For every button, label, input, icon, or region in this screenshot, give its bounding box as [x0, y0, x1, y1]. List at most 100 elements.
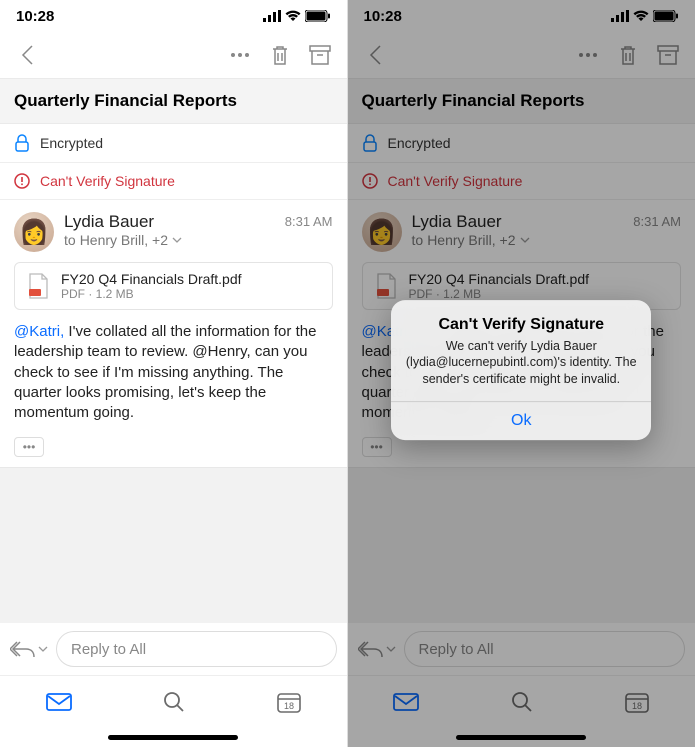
reply-all-button[interactable] [358, 640, 396, 658]
to-line[interactable]: to Henry Brill, +2 [64, 232, 275, 248]
tab-calendar[interactable]: 18 [277, 691, 301, 713]
reply-bar: Reply to All [0, 623, 347, 675]
wifi-icon [633, 10, 649, 22]
alert-title: Can't Verify Signature [405, 316, 637, 334]
clock: 10:28 [16, 8, 54, 25]
reply-all-icon [358, 640, 384, 658]
cellular-icon [611, 10, 629, 22]
trash-icon [270, 44, 290, 66]
alert-icon [362, 173, 378, 189]
back-button[interactable] [10, 38, 44, 72]
home-indicator[interactable] [0, 727, 347, 747]
archive-button[interactable] [303, 38, 337, 72]
signature-banner[interactable]: Can't Verify Signature [348, 163, 695, 200]
message-header: 👩 Lydia Bauer to Henry Brill, +2 8:31 AM [348, 200, 695, 262]
more-icon [578, 52, 598, 58]
tab-mail[interactable] [393, 693, 419, 711]
encrypted-banner[interactable]: Encrypted [0, 124, 347, 163]
avatar[interactable]: 👩 [362, 212, 402, 252]
subject: Quarterly Financial Reports [0, 78, 347, 124]
battery-icon [305, 10, 331, 22]
attachment-meta: PDF · 1.2 MB [61, 287, 242, 301]
to-recipients: Henry Brill, +2 [427, 232, 515, 248]
chevron-down-icon [520, 237, 530, 243]
tab-calendar[interactable]: 18 [625, 691, 649, 713]
nav-bar [348, 32, 695, 78]
status-bar: 10:28 [348, 0, 695, 32]
delete-button[interactable] [263, 38, 297, 72]
signature-label: Can't Verify Signature [40, 173, 175, 189]
battery-icon [653, 10, 679, 22]
encrypted-banner[interactable]: Encrypted [348, 124, 695, 163]
chevron-down-icon [38, 646, 48, 652]
lock-icon [362, 134, 378, 152]
reply-input[interactable]: Reply to All [404, 631, 686, 667]
home-indicator[interactable] [348, 727, 695, 747]
reply-all-icon [10, 640, 36, 658]
archive-icon [309, 45, 331, 65]
attachment[interactable]: FY20 Q4 Financials Draft.pdf PDF · 1.2 M… [14, 262, 333, 310]
to-line[interactable]: to Henry Brill, +2 [412, 232, 624, 248]
tab-mail[interactable] [46, 693, 72, 711]
encrypted-label: Encrypted [40, 135, 103, 151]
status-icons [611, 10, 679, 22]
tab-search[interactable] [511, 691, 533, 713]
trash-icon [618, 44, 638, 66]
encrypted-label: Encrypted [388, 135, 451, 151]
message-time: 8:31 AM [285, 212, 333, 229]
svg-text:18: 18 [284, 701, 294, 711]
search-icon [163, 691, 185, 713]
avatar[interactable]: 👩 [14, 212, 54, 252]
attachment-name: FY20 Q4 Financials Draft.pdf [61, 271, 242, 287]
calendar-icon: 18 [277, 691, 301, 713]
chevron-left-icon [20, 44, 34, 66]
status-bar: 10:28 [0, 0, 347, 32]
lock-icon [14, 134, 30, 152]
to-recipients: Henry Brill, +2 [80, 232, 168, 248]
spacer [348, 467, 695, 623]
wifi-icon [285, 10, 301, 22]
chevron-down-icon [386, 646, 396, 652]
message-header: 👩 Lydia Bauer to Henry Brill, +2 8:31 AM [0, 200, 347, 262]
mail-icon [393, 693, 419, 711]
status-icons [263, 10, 331, 22]
more-button[interactable] [223, 38, 257, 72]
more-icon [230, 52, 250, 58]
search-icon [511, 691, 533, 713]
tab-bar: 18 [348, 675, 695, 727]
mention[interactable]: @Katri, [14, 323, 64, 340]
tab-search[interactable] [163, 691, 185, 713]
alert-ok-button[interactable]: Ok [391, 402, 651, 440]
reply-all-button[interactable] [10, 640, 48, 658]
expand-quoted[interactable]: ••• [362, 437, 392, 457]
expand-quoted[interactable]: ••• [14, 437, 44, 457]
message-body: @Katri, I've collated all the informatio… [0, 322, 347, 437]
back-button[interactable] [358, 38, 392, 72]
message-time: 8:31 AM [633, 212, 681, 229]
clock: 10:28 [364, 8, 402, 25]
reply-placeholder: Reply to All [71, 641, 146, 658]
alert-dialog: Can't Verify Signature We can't verify L… [391, 300, 651, 440]
reply-input[interactable]: Reply to All [56, 631, 337, 667]
nav-bar [0, 32, 347, 78]
phone-right: 10:28 Quarterly Financial Reports Encryp… [348, 0, 695, 747]
phone-left: 10:28 Quarterly Financial Reports E [0, 0, 348, 747]
subject: Quarterly Financial Reports [348, 78, 695, 124]
more-button[interactable] [571, 38, 605, 72]
signature-banner[interactable]: Can't Verify Signature [0, 163, 347, 200]
pdf-icon [373, 273, 399, 299]
alert-icon [14, 173, 30, 189]
from-name[interactable]: Lydia Bauer [64, 212, 275, 232]
from-name[interactable]: Lydia Bauer [412, 212, 624, 232]
to-prefix: to [64, 232, 76, 248]
pdf-icon [25, 273, 51, 299]
archive-button[interactable] [651, 38, 685, 72]
reply-placeholder: Reply to All [419, 641, 494, 658]
archive-icon [657, 45, 679, 65]
chevron-down-icon [172, 237, 182, 243]
spacer [0, 467, 347, 623]
attachment-meta: PDF · 1.2 MB [409, 287, 590, 301]
delete-button[interactable] [611, 38, 645, 72]
to-prefix: to [412, 232, 424, 248]
svg-text:18: 18 [632, 701, 642, 711]
